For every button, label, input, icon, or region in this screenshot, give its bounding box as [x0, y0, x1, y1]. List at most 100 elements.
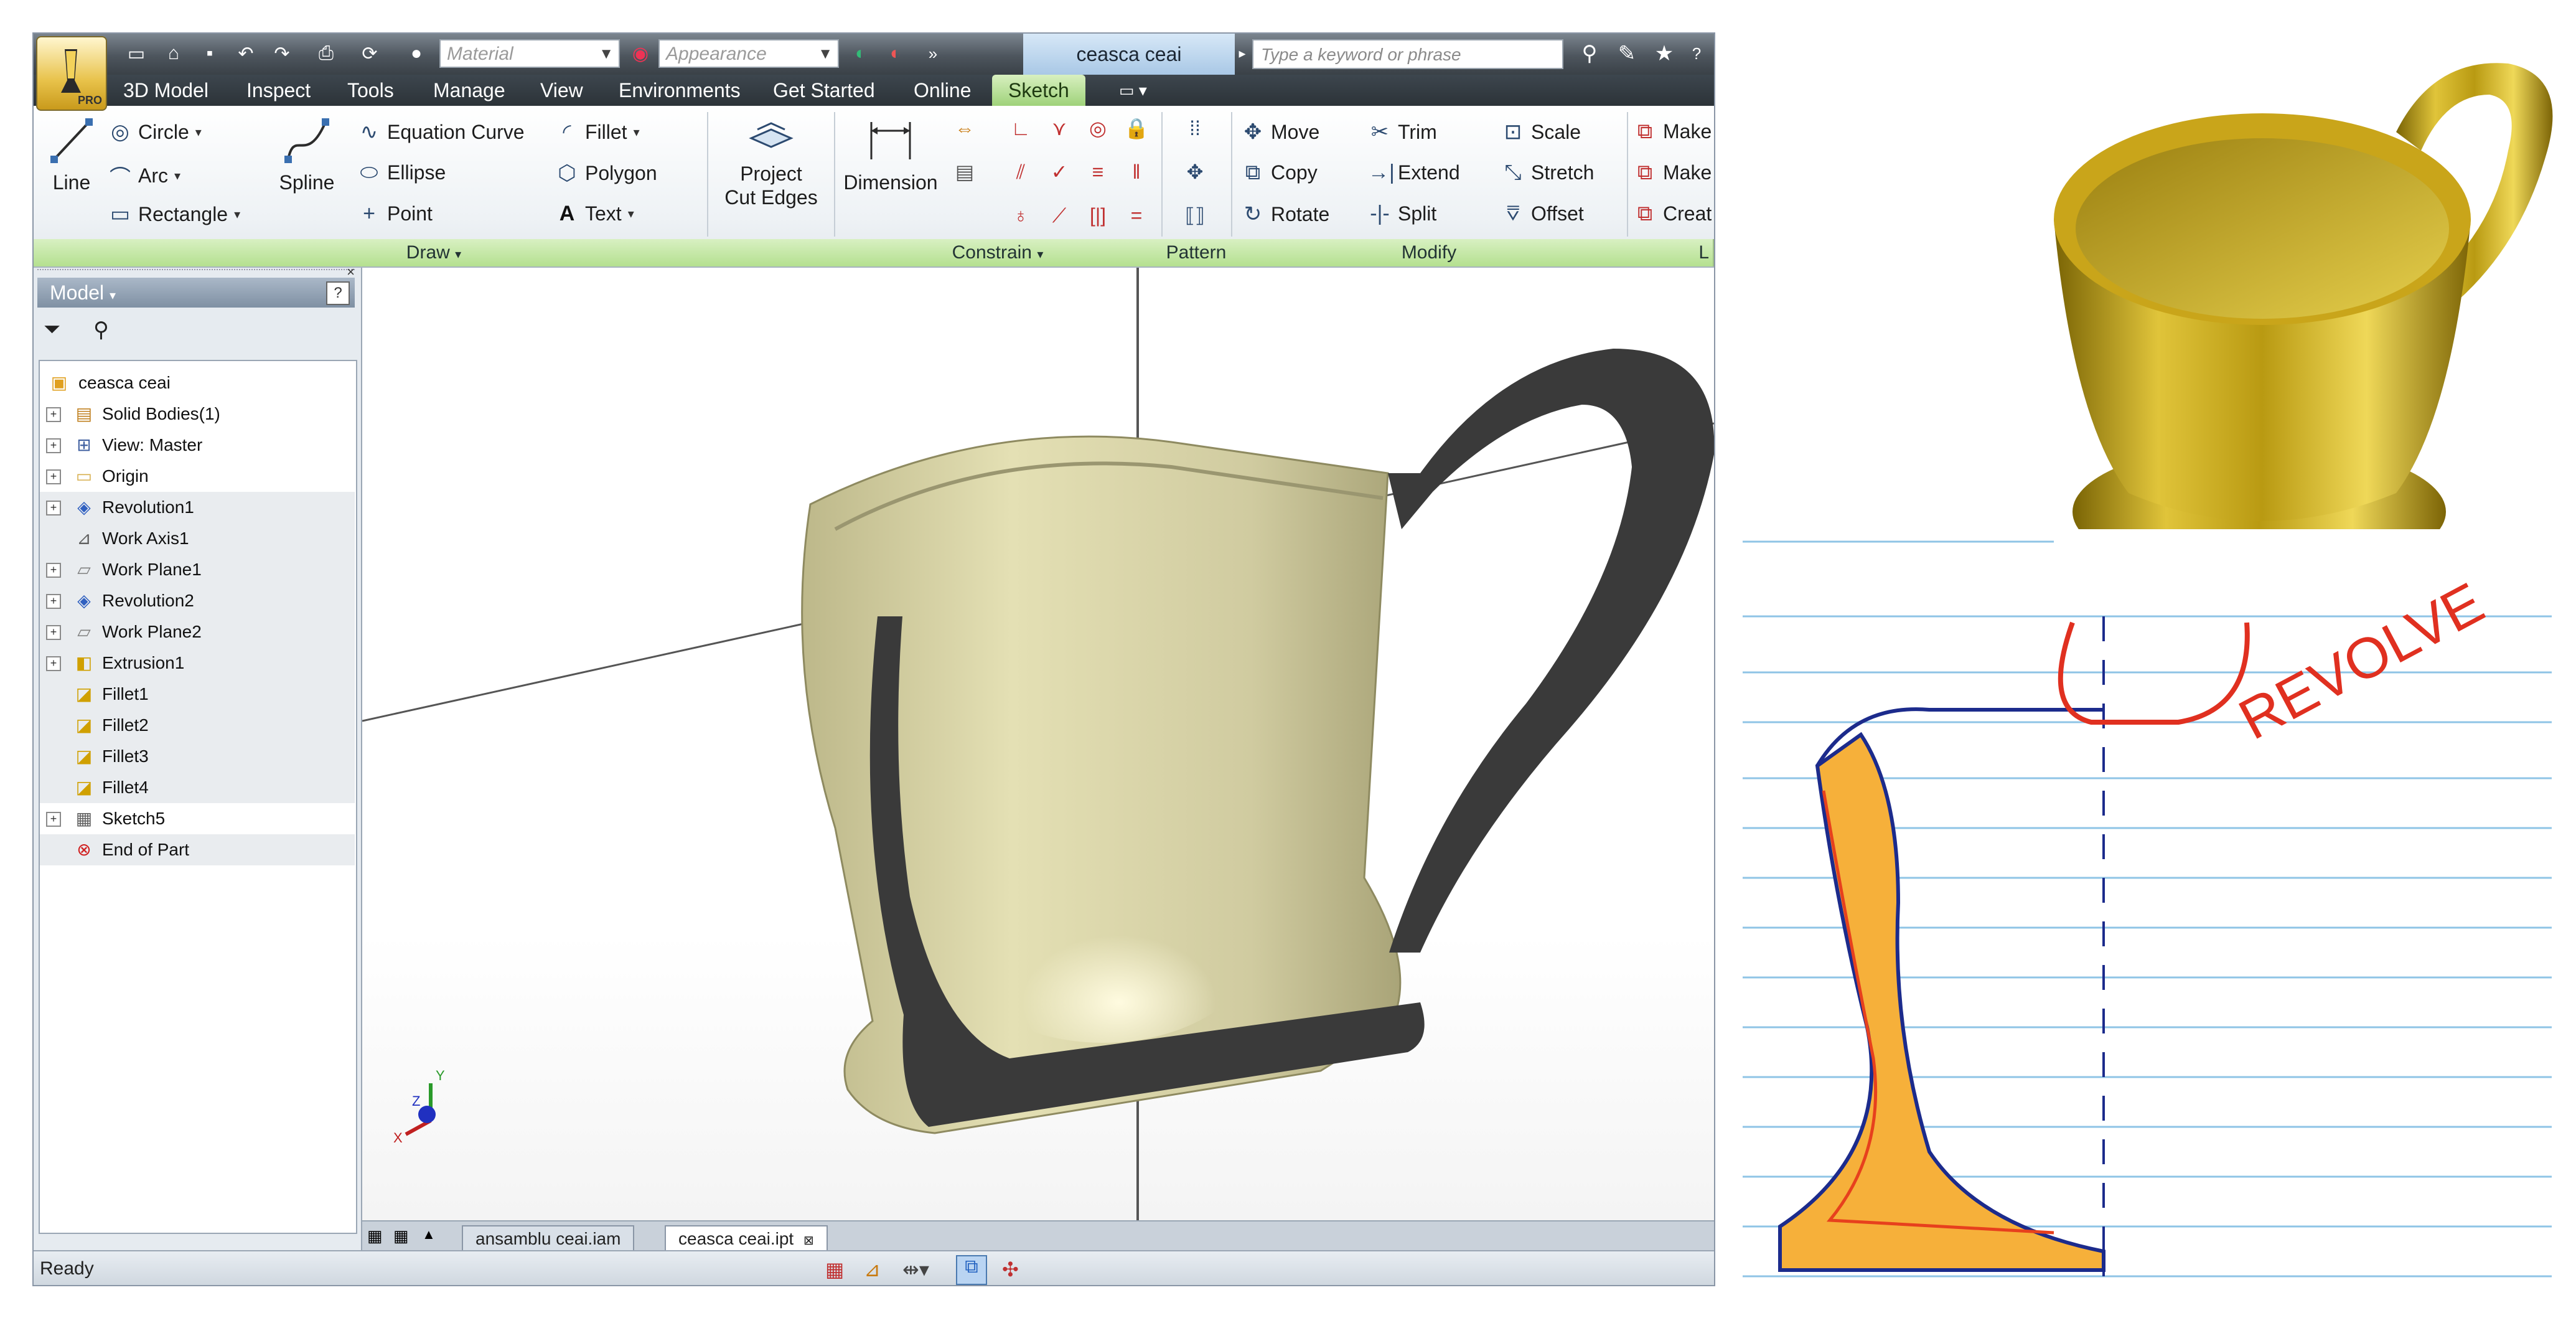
equal-icon[interactable]: = — [1120, 199, 1153, 232]
adjust-icon[interactable]: ◐ — [845, 40, 876, 67]
expand-icon[interactable]: + — [46, 438, 61, 453]
show-constraints-icon[interactable]: ▤ — [948, 156, 981, 188]
tab-manage[interactable]: Manage — [431, 75, 508, 106]
expand-icon[interactable]: + — [46, 407, 61, 422]
tab-tools[interactable]: Tools — [345, 75, 396, 106]
horizontal-icon[interactable]: ≡ — [1082, 156, 1114, 188]
expand-icon[interactable]: + — [46, 812, 61, 827]
tree-node[interactable]: + ◈ Revolution2 — [40, 585, 355, 616]
tree-node[interactable]: + ▦ Sketch5 — [40, 803, 355, 834]
spline-button[interactable]: Spline — [273, 116, 341, 194]
undo-icon[interactable]: ↶ — [230, 40, 261, 67]
split-button[interactable]: -|- Split — [1368, 202, 1436, 226]
line-button[interactable]: Line — [37, 116, 106, 194]
tree-node[interactable]: ⊗ End of Part — [40, 834, 355, 865]
tangent-icon[interactable]: ✓ — [1043, 156, 1075, 188]
point-button[interactable]: + Point — [357, 202, 433, 226]
ellipse-button[interactable]: ⬭ Ellipse — [357, 161, 446, 185]
tree-node[interactable]: + ▤ Solid Bodies(1) — [40, 398, 355, 430]
tree-node[interactable]: + ◧ Extrusion1 — [40, 647, 355, 679]
rotate-button[interactable]: ↻ Rotate — [1241, 202, 1330, 227]
tree-node[interactable]: ⊿ Work Axis1 — [40, 523, 355, 554]
layout-panel-bar[interactable]: L — [1627, 239, 1714, 266]
tab-sketch[interactable]: Sketch — [992, 75, 1085, 106]
fix-icon[interactable]: 🔒 — [1120, 112, 1153, 144]
auto-dimension-icon[interactable]: ⇔ — [948, 112, 981, 144]
smooth-icon[interactable]: ♁ — [1005, 199, 1037, 232]
binoculars-icon[interactable]: ⚲ — [93, 318, 109, 342]
expand-icon[interactable]: + — [46, 625, 61, 640]
mirror-icon[interactable]: ⟦⟧ — [1179, 199, 1211, 232]
help-icon[interactable]: ? — [1683, 40, 1710, 67]
redo-icon[interactable]: ↷ — [266, 40, 297, 67]
arc-button[interactable]: ⌒ Arc ▾ — [108, 161, 180, 191]
snap-icon[interactable]: ✣ — [1002, 1258, 1019, 1281]
tree-node[interactable]: + ▱ Work Plane2 — [40, 616, 355, 647]
update-icon[interactable]: ⟳ — [351, 40, 388, 67]
wrench-icon[interactable]: ✎ — [1613, 40, 1641, 67]
expand-icon[interactable]: + — [46, 501, 61, 515]
browser-grip[interactable] — [37, 269, 355, 276]
star-icon[interactable]: ★ — [1651, 40, 1678, 67]
collinear-icon[interactable]: ⟋ — [1043, 199, 1075, 232]
more-icon[interactable]: » — [917, 40, 948, 67]
tab-3d-model[interactable]: 3D Model — [121, 75, 211, 106]
scale-button[interactable]: ⊡ Scale — [1501, 120, 1581, 144]
tree-node[interactable]: + ▱ Work Plane1 — [40, 554, 355, 585]
offset-button[interactable]: ⩢ Offset — [1501, 202, 1584, 226]
symmetric-icon[interactable]: [|] — [1082, 199, 1114, 232]
graphics-viewport[interactable]: Y X Z — [362, 268, 1714, 1220]
expand-icon[interactable]: + — [46, 469, 61, 484]
coincident-icon[interactable]: ⋎ — [1043, 112, 1075, 144]
chevron-up-icon[interactable]: ▲ — [422, 1226, 436, 1243]
grid-snap-icon[interactable]: ▦ — [825, 1258, 844, 1281]
fillet-button[interactable]: ◜ Fillet ▾ — [555, 120, 639, 144]
tree-node[interactable]: + ▭ Origin — [40, 461, 355, 492]
document-tab-ceasca[interactable]: ceasca ceai.ipt ⊠ — [665, 1225, 828, 1251]
tab-view[interactable]: View — [538, 75, 586, 106]
vertical-icon[interactable]: ‖ — [1120, 156, 1153, 188]
expand-icon[interactable]: + — [46, 656, 61, 671]
dimension-button[interactable]: Dimension — [838, 116, 944, 194]
draw-panel-bar[interactable]: Draw ▾ — [34, 239, 835, 266]
tab-online[interactable]: Online — [911, 75, 974, 106]
look-at-icon[interactable]: ⧉ — [956, 1255, 987, 1285]
open-icon[interactable]: ⌂ — [158, 40, 189, 67]
tree-node[interactable]: ◪ Fillet3 — [40, 741, 355, 772]
help-icon[interactable]: ? — [326, 281, 350, 305]
tree-node[interactable]: + ◈ Revolution1 — [40, 492, 355, 523]
trim-button[interactable]: ✂ Trim — [1368, 120, 1437, 144]
rectangular-pattern-icon[interactable]: ⁞⁞ — [1179, 112, 1211, 144]
filter-icon[interactable]: ⏷ — [44, 318, 60, 342]
equation-curve-button[interactable]: ∿ Equation Curve — [357, 120, 525, 144]
move-button[interactable]: ✥ Move — [1241, 120, 1320, 144]
pattern-panel-bar[interactable]: Pattern — [1161, 239, 1232, 266]
polygon-button[interactable]: ⬡ Polygon — [555, 161, 657, 186]
make-part-button[interactable]: ⧉ Make — [1633, 120, 1712, 144]
stretch-button[interactable]: ⤡ Stretch — [1501, 161, 1594, 185]
constraint-infer-icon[interactable]: ⊿ — [864, 1258, 881, 1281]
circular-pattern-icon[interactable]: ✥ — [1179, 156, 1211, 188]
binoculars-icon[interactable]: ⚲ — [1576, 40, 1603, 67]
copy-button[interactable]: ⧉ Copy — [1241, 161, 1318, 185]
text-button[interactable]: A Text ▾ — [555, 202, 634, 226]
tree-node[interactable]: + ⊞ View: Master — [40, 430, 355, 461]
tree-node[interactable]: ◪ Fillet4 — [40, 772, 355, 803]
clear-icon[interactable]: ◐ — [880, 40, 911, 67]
appearance-combo[interactable]: Appearance ▼ — [658, 39, 839, 68]
project-cut-edges-button[interactable]: Project Cut Edges — [712, 113, 830, 209]
search-input[interactable]: Type a keyword or phrase — [1252, 39, 1563, 69]
expand-icon[interactable]: + — [46, 594, 61, 609]
perpendicular-icon[interactable]: ∟ — [1005, 112, 1037, 144]
expand-icon[interactable]: + — [46, 563, 61, 578]
circle-button[interactable]: ◎ Circle ▾ — [108, 120, 202, 144]
tree-node[interactable]: ▣ ceasca ceai — [40, 367, 355, 398]
globe-icon[interactable]: ● — [401, 40, 432, 67]
tab-inspect[interactable]: Inspect — [244, 75, 313, 106]
constrain-panel-bar[interactable]: Constrain ▾ — [834, 239, 1163, 266]
dimension-display-icon[interactable]: ⇹▾ — [902, 1258, 929, 1281]
tree-node[interactable]: ◪ Fillet1 — [40, 679, 355, 710]
concentric-icon[interactable]: ◎ — [1082, 112, 1114, 144]
tile-icon[interactable]: ▦ — [367, 1226, 383, 1246]
rectangle-button[interactable]: ▭ Rectangle ▾ — [108, 202, 240, 227]
